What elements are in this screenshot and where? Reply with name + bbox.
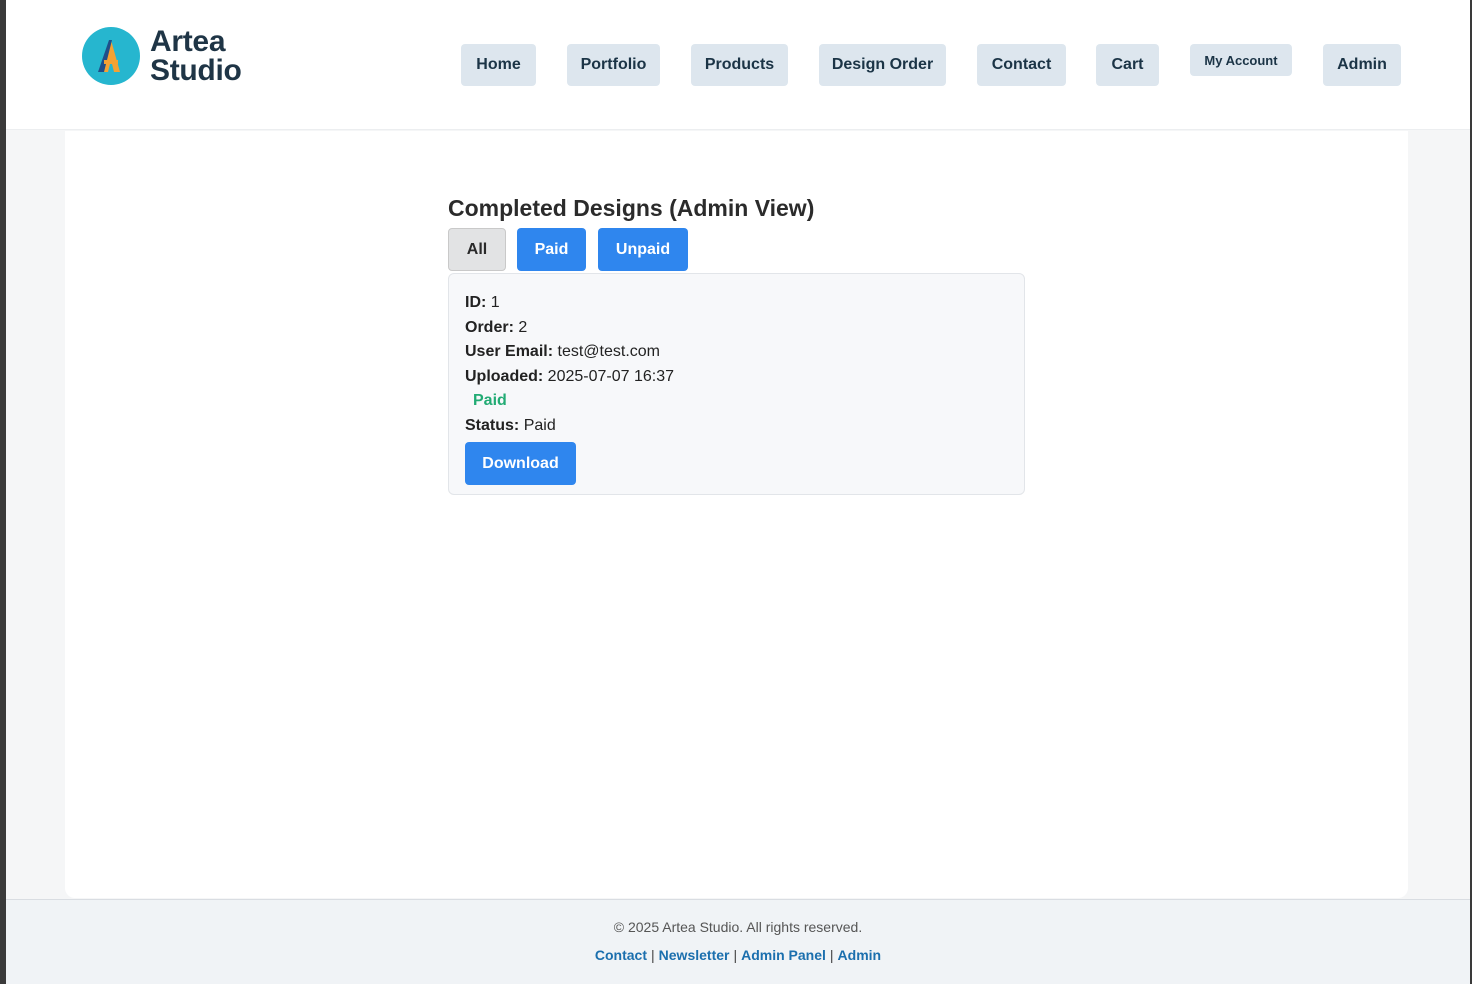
design-id-row: ID: 1 <box>465 293 1008 318</box>
footer-newsletter-link[interactable]: Newsletter <box>659 947 730 963</box>
design-order-row: Order: 2 <box>465 318 1008 343</box>
nav-home-button[interactable]: Home <box>461 44 536 86</box>
design-email-value: test@test.com <box>557 343 661 360</box>
design-uploaded-row: Uploaded: 2025-07-07 16:37 <box>465 367 1008 392</box>
footer-separator: | <box>651 947 655 963</box>
payment-badge-row: Paid <box>465 391 1008 416</box>
design-uploaded-value: 2025-07-07 16:37 <box>547 367 674 385</box>
design-status-value: Paid <box>523 416 556 434</box>
design-id-label: ID: <box>465 294 487 311</box>
design-email-row: User Email: test@test.com <box>465 342 1008 367</box>
nav-contact-button[interactable]: Contact <box>977 44 1066 86</box>
payment-status-badge: Paid <box>473 392 507 409</box>
design-email-label: User Email: <box>465 343 554 360</box>
nav-cart-button[interactable]: Cart <box>1096 44 1159 86</box>
design-uploaded-label: Uploaded: <box>465 367 544 385</box>
design-order-label: Order: <box>465 318 514 336</box>
nav-my-account-button[interactable]: My Account <box>1190 44 1292 76</box>
filter-paid-button[interactable]: Paid <box>517 228 586 271</box>
page-title: Completed Designs (Admin View) <box>448 195 815 221</box>
footer-links: Contact | Newsletter | Admin Panel | Admin <box>6 947 1470 963</box>
nav-products-button[interactable]: Products <box>691 44 788 86</box>
nav-design-order-button[interactable]: Design Order <box>819 44 946 86</box>
design-status-row: Status: Paid <box>465 416 1008 441</box>
footer-separator: | <box>829 947 834 963</box>
filter-all-button[interactable]: All <box>448 228 506 271</box>
nav-portfolio-button[interactable]: Portfolio <box>567 44 660 86</box>
main-content: Completed Designs (Admin View) All Paid … <box>65 131 1408 898</box>
design-order-value: 2 <box>518 318 528 336</box>
footer-admin-link[interactable]: Admin <box>838 947 882 963</box>
footer-admin-panel-link[interactable]: Admin Panel <box>741 947 826 963</box>
download-button[interactable]: Download <box>465 442 576 485</box>
nav-admin-button[interactable]: Admin <box>1323 44 1401 86</box>
copyright-text: © 2025 Artea Studio. All rights reserved… <box>613 919 863 935</box>
footer-contact-link[interactable]: Contact <box>595 947 647 963</box>
footer-separator: | <box>733 947 738 963</box>
completed-designs-section: Completed Designs (Admin View) All Paid … <box>448 195 1025 495</box>
site-header: Artea Studio Home Portfolio Products Des… <box>6 0 1470 130</box>
window-left-edge <box>0 0 6 984</box>
main-nav: Home Portfolio Products Design Order Con… <box>6 44 1470 86</box>
site-footer: © 2025 Artea Studio. All rights reserved… <box>6 899 1470 984</box>
design-id-value: 1 <box>490 294 500 311</box>
design-status-label: Status: <box>465 416 520 434</box>
filter-unpaid-button[interactable]: Unpaid <box>598 228 688 271</box>
filter-bar: All Paid Unpaid <box>448 228 1025 271</box>
design-card: ID: 1 Order: 2 User Email: test@test.com… <box>448 273 1025 495</box>
